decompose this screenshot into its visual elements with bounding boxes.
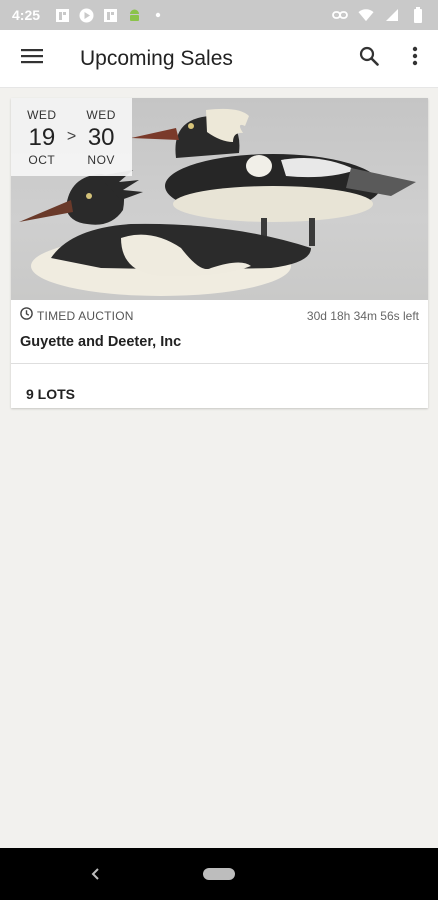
start-day: 19 (28, 123, 56, 151)
end-day: 30 (87, 123, 115, 151)
sale-meta: TIMED AUCTION 30d 18h 34m 56s left Guyet… (11, 300, 428, 350)
search-button[interactable] (346, 30, 392, 88)
start-month: OCT (28, 152, 56, 167)
home-pill-button[interactable] (203, 868, 235, 880)
end-month: NOV (87, 152, 115, 167)
status-left: 4:25 (12, 7, 166, 23)
page-title: Upcoming Sales (80, 46, 233, 70)
sale-card[interactable]: WED 19 OCT > WED 30 NOV TIMED AUCTION 30… (11, 98, 428, 408)
end-date: WED 30 NOV (78, 108, 124, 167)
end-weekday: WED (86, 107, 116, 122)
notification-app-icon-2 (102, 7, 118, 23)
start-date: WED 19 OCT (19, 108, 65, 167)
play-icon (78, 7, 94, 23)
link-icon (332, 7, 348, 23)
battery-icon (410, 7, 426, 23)
auction-type: TIMED AUCTION (37, 309, 134, 323)
wifi-icon (358, 7, 374, 23)
signal-icon (384, 7, 400, 23)
time-remaining: 30d 18h 34m 56s left (306, 309, 419, 323)
system-nav-bar (0, 848, 438, 900)
app-bar-actions (346, 30, 438, 88)
lots-count[interactable]: 9 LOTS (11, 364, 428, 424)
start-weekday: WED (27, 107, 57, 122)
back-icon[interactable] (88, 862, 104, 886)
auctioneer-name: Guyette and Deeter, Inc (20, 334, 182, 350)
more-vert-icon (412, 46, 418, 71)
status-time: 4:25 (12, 7, 41, 23)
notification-app-icon (54, 7, 70, 23)
status-right (332, 7, 426, 23)
hamburger-icon (21, 48, 43, 69)
sale-date-range: WED 19 OCT > WED 30 NOV (11, 98, 132, 176)
android-icon (126, 7, 142, 23)
status-bar: 4:25 (0, 0, 438, 30)
clock-icon (20, 307, 33, 325)
dot-icon (150, 7, 166, 23)
app-bar: Upcoming Sales (0, 30, 438, 88)
auction-info-row: TIMED AUCTION 30d 18h 34m 56s left (20, 307, 419, 325)
date-separator: > (66, 128, 77, 145)
sale-image[interactable]: WED 19 OCT > WED 30 NOV (11, 98, 428, 300)
menu-button[interactable] (0, 30, 64, 88)
search-icon (359, 46, 379, 71)
more-options-button[interactable] (392, 30, 438, 88)
